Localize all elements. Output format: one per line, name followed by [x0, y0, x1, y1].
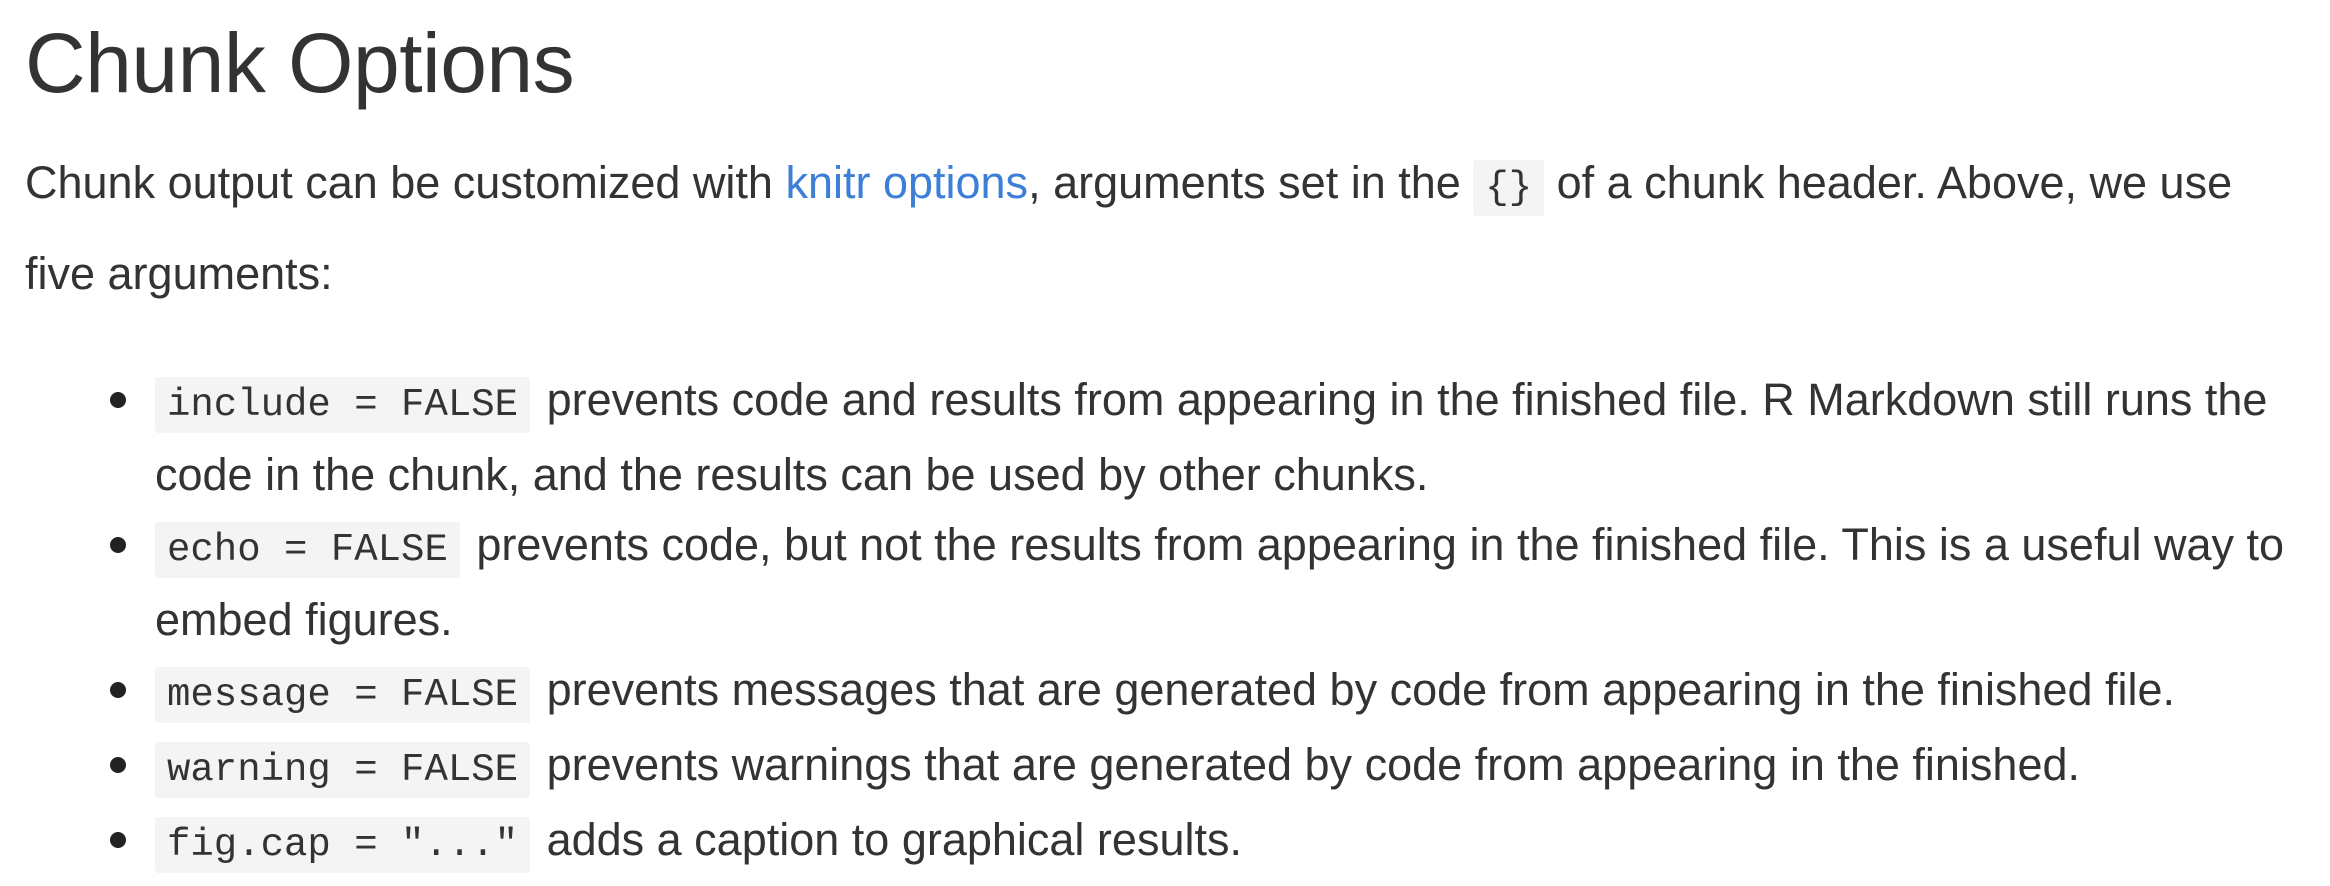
option-code: fig.cap = "...": [155, 817, 531, 873]
page-title: Chunk Options: [25, 16, 575, 110]
inline-code-braces: {}: [1473, 160, 1545, 216]
list-item-fig-cap: fig.cap = "..." adds a caption to graphi…: [25, 805, 2295, 880]
list-item-warning: warning = FALSE prevents warnings that a…: [25, 730, 2295, 805]
option-code: include = FALSE: [155, 377, 531, 433]
bullet-icon: [110, 832, 126, 848]
list-item-echo: echo = FALSE prevents code, but not the …: [25, 510, 2295, 655]
knitr-options-link[interactable]: knitr options: [785, 157, 1028, 208]
option-description: adds a caption to graphical results.: [534, 814, 1242, 865]
option-description: prevents code, but not the results from …: [155, 519, 2285, 645]
list-item-message: message = FALSE prevents messages that a…: [25, 655, 2295, 730]
document-page: Chunk Options Chunk output can be custom…: [0, 0, 2330, 886]
bullet-icon: [110, 537, 126, 553]
intro-text-1: Chunk output can be customized with: [25, 157, 786, 208]
list-item-include: include = FALSE prevents code and result…: [25, 365, 2295, 510]
option-description: prevents messages that are generated by …: [534, 664, 2176, 715]
intro-paragraph: Chunk output can be customized with knit…: [25, 140, 2305, 317]
bullet-icon: [110, 757, 126, 773]
intro-text-2: , arguments set in the: [1028, 157, 1474, 208]
option-code: message = FALSE: [155, 667, 531, 723]
option-description: prevents warnings that are generated by …: [534, 739, 2081, 790]
option-code: echo = FALSE: [155, 522, 460, 578]
bullet-icon: [110, 392, 126, 408]
option-code: warning = FALSE: [155, 742, 531, 798]
bullet-icon: [110, 682, 126, 698]
chunk-options-list: include = FALSE prevents code and result…: [25, 365, 2295, 880]
